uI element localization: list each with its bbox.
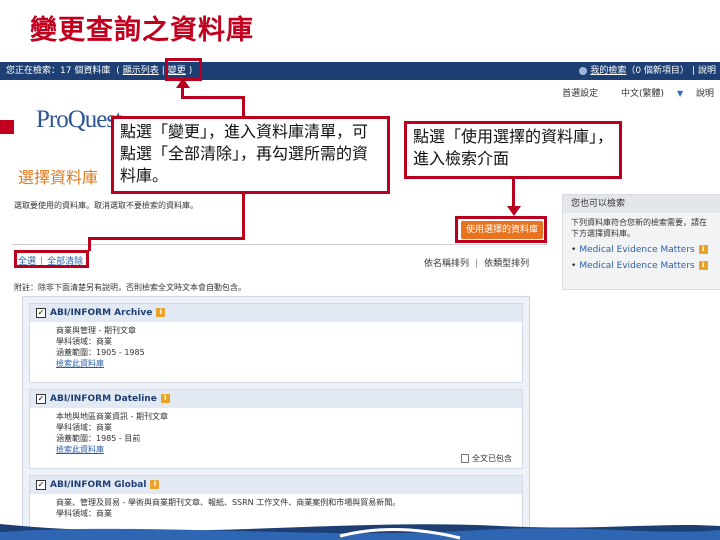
list-item-label: Medical Evidence Matters	[579, 245, 695, 255]
brand-accent-bar	[0, 120, 14, 134]
info-icon[interactable]: i	[150, 480, 160, 489]
database-details: 本地與地區商業資訊 - 期刊文章 學科領域：商業 涵蓋範圍：1985 - 目前 …	[30, 408, 522, 468]
callout-change-instructions: 點選「變更」，進入資料庫清單，可點選「全部清除」，再勾選所需的資料庫。	[111, 116, 390, 194]
utility-links: 首選設定 中文(繁體) ▼ 說明	[552, 86, 714, 99]
sort-links: 依名稱排列 | 依類型排列	[424, 256, 529, 269]
connector-line	[242, 96, 245, 118]
connector-line	[88, 237, 91, 251]
decorative-wave-band	[0, 524, 720, 540]
user-icon	[579, 66, 588, 75]
use-button-highlight	[455, 216, 547, 243]
database-description: 商業、管理及貿易 - 學術與商業期刊文章、報紙、SSRN 工作文件、商業案例和市…	[56, 498, 401, 507]
also-search-panel: 您也可以檢索 下列資料庫符合您新的檢索需要，請在下方選擇資料庫。 • Medica…	[562, 194, 720, 290]
database-checkbox[interactable]: ✓	[36, 393, 46, 404]
list-item[interactable]: • Medical Evidence Matters i	[563, 261, 720, 271]
database-coverage: 涵蓋範圍：1985 - 目前	[56, 434, 141, 443]
language-label: 中文(繁體)	[621, 89, 665, 99]
database-card: ✓ ABI/INFORM Archive i 商業與管理 - 期刊文章 學科領域：商…	[29, 303, 523, 383]
database-coverage: 涵蓋範圍：1905 - 1985	[56, 348, 145, 357]
connector-line	[242, 193, 245, 240]
info-icon[interactable]: i	[156, 308, 166, 317]
database-checkbox[interactable]: ✓	[36, 307, 46, 318]
slide-title: 變更查詢之資料庫	[30, 15, 254, 46]
separator: |	[691, 66, 695, 76]
help-link[interactable]: 說明	[696, 89, 714, 99]
database-subject: 學科領域：商業	[56, 337, 112, 346]
database-name: ABI/INFORM Global	[50, 480, 147, 490]
database-description: 商業與管理 - 期刊文章	[56, 326, 136, 335]
connector-line	[88, 237, 245, 240]
callout-use-button-instructions: 點選「使用選擇的資料庫」，進入檢索介面	[404, 121, 622, 179]
instruction-text: 選取要使用的資料庫。取消選取不要檢索的資料庫。	[14, 201, 198, 210]
arrow-down-icon	[507, 206, 521, 216]
chevron-down-icon: ▼	[676, 89, 684, 98]
select-links-highlight	[14, 250, 89, 268]
document-icon	[461, 454, 469, 463]
database-details: 商業與管理 - 期刊文章 學科領域：商業 涵蓋範圍：1905 - 1985 檢索…	[30, 322, 522, 382]
fulltext-indicator: 全文已包含	[461, 453, 512, 464]
topbar-help-link[interactable]: 說明	[698, 66, 716, 76]
topbar-user-area: 我的檢索（0 個新項目） | 說明	[579, 62, 716, 80]
bullet: •	[571, 261, 577, 271]
database-header: ✓ ABI/INFORM Archive i	[30, 304, 522, 322]
searching-label: 您正在檢索：17 個資料庫	[6, 66, 111, 76]
arrow-up-icon	[176, 78, 190, 88]
proquest-logo: ProQuest	[36, 106, 122, 133]
separator: |	[475, 259, 479, 269]
show-list-link[interactable]: 顯示列表	[123, 66, 159, 76]
database-name: ABI/INFORM Archive	[50, 308, 153, 318]
bullet: •	[571, 245, 577, 255]
list-item-label: Medical Evidence Matters	[579, 261, 695, 271]
connector-line	[181, 96, 245, 99]
panel-header: 您也可以檢索	[563, 195, 720, 213]
info-icon[interactable]: i	[698, 245, 708, 254]
sort-by-name-link[interactable]: 依名稱排列	[424, 259, 469, 269]
separator: (	[116, 66, 120, 76]
language-selector[interactable]: 中文(繁體) ▼	[611, 89, 683, 99]
connector-line	[512, 178, 515, 208]
list-item[interactable]: • Medical Evidence Matters i	[563, 245, 720, 255]
preferences-link[interactable]: 首選設定	[562, 89, 598, 99]
divider	[12, 244, 547, 245]
panel-description: 下列資料庫符合您新的檢索需要，請在下方選擇資料庫。	[571, 218, 707, 238]
note-text: 附註：除非下面清楚另有說明，否則檢索全文時文本會自動包含。	[14, 283, 246, 292]
database-header: ✓ ABI/INFORM Dateline i	[30, 390, 522, 408]
sort-by-type-link[interactable]: 依類型排列	[484, 259, 529, 269]
database-name: ABI/INFORM Dateline	[50, 394, 157, 404]
search-database-link[interactable]: 檢索此資料庫	[56, 358, 496, 369]
new-items-count: （0 個新項目）	[626, 66, 689, 76]
fulltext-label: 全文已包含	[472, 454, 512, 463]
database-subject: 學科領域：商業	[56, 423, 112, 432]
database-list: ✓ ABI/INFORM Archive i 商業與管理 - 期刊文章 學科領域：商…	[22, 296, 530, 540]
info-icon[interactable]: i	[698, 261, 708, 270]
info-icon[interactable]: i	[160, 394, 170, 403]
my-research-link[interactable]: 我的檢索	[590, 66, 626, 76]
database-checkbox[interactable]: ✓	[36, 479, 46, 490]
page-title: 選擇資料庫	[18, 168, 99, 187]
top-navigation-bar: 您正在檢索：17 個資料庫 (顯示列表 | 變更) 我的檢索（0 個新項目） | 說明	[0, 62, 720, 80]
search-database-link[interactable]: 檢索此資料庫	[56, 444, 496, 455]
database-card: ✓ ABI/INFORM Dateline i 本地與地區商業資訊 - 期刊文章 學…	[29, 389, 523, 469]
database-header: ✓ ABI/INFORM Global i	[30, 476, 522, 494]
database-description: 本地與地區商業資訊 - 期刊文章	[56, 412, 168, 421]
